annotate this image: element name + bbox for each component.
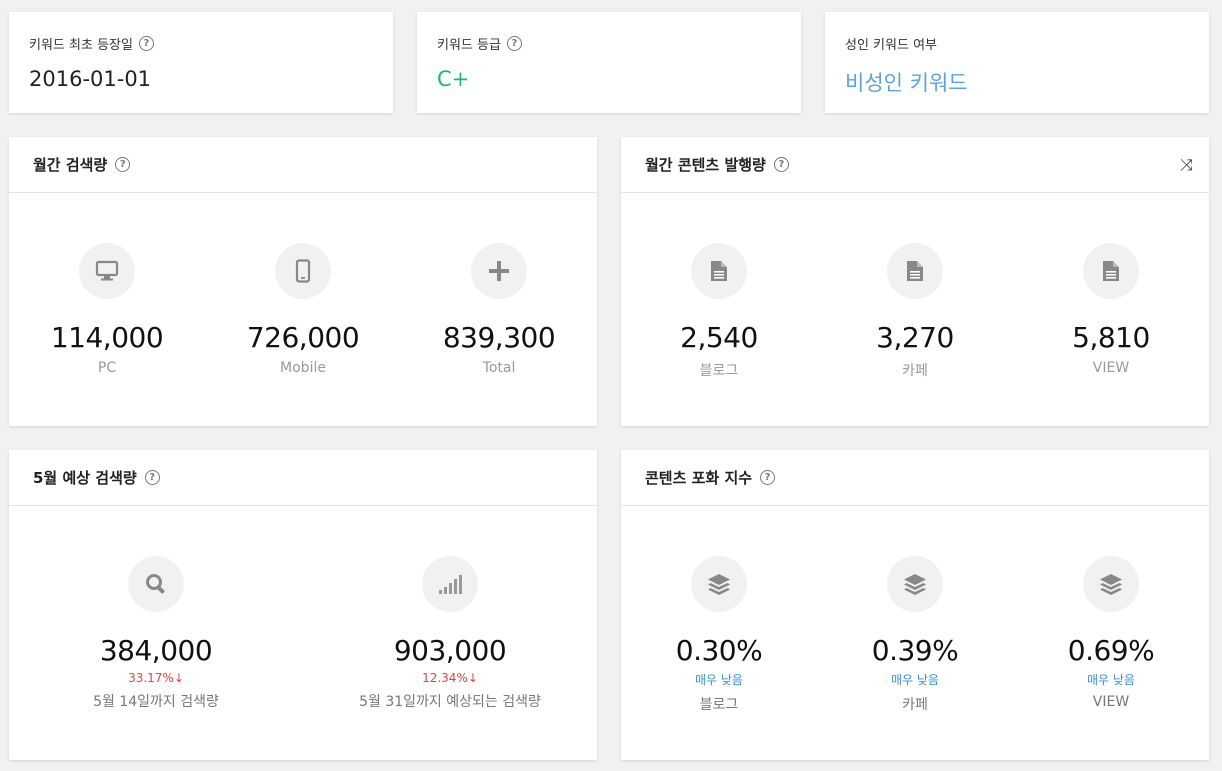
saturation-view: 0.69% 매우 낮음 VIEW [1014, 556, 1208, 714]
document-icon [887, 243, 943, 299]
stat-view: 5,810 VIEW [1014, 243, 1208, 380]
mobile-icon [275, 243, 331, 299]
stat-label: 카페 [902, 697, 928, 713]
help-icon[interactable]: ? [115, 157, 131, 172]
down-arrow-icon: ↓ [467, 671, 478, 685]
may-forecast-title: 5월 예상 검색량 [33, 469, 137, 487]
stat-value: 0.30% [675, 634, 763, 667]
stat-value: 2,540 [680, 321, 758, 354]
stat-label: 5월 14일까지 검색량 [93, 694, 219, 710]
card-may-forecast: 5월 예상 검색량 ? 384,000 33.17%↓ 5월 14일까지 검색량… [9, 450, 597, 760]
stat-value: 726,000 [246, 321, 360, 354]
stat-label: 블로그 [699, 697, 739, 713]
stat-blog: 2,540 블로그 [622, 243, 816, 380]
first-appear-value: 2016-01-01 [29, 67, 152, 91]
change-rate: 33.17%↓ [128, 671, 184, 685]
adult-label: 성인 키워드 여부 [845, 38, 937, 53]
stat-label: 5월 31일까지 예상되는 검색량 [359, 694, 541, 710]
signal-bars-icon [422, 556, 478, 612]
stat-value: 0.69% [1067, 634, 1155, 667]
stat-label: Mobile [280, 360, 326, 376]
stat-value: 839,300 [442, 321, 556, 354]
adult-value: 비성인 키워드 [845, 71, 968, 95]
plus-icon [471, 243, 527, 299]
layers-icon [887, 556, 943, 612]
help-icon[interactable]: ? [144, 470, 160, 485]
down-arrow-icon: ↓ [173, 671, 184, 685]
layers-icon [1083, 556, 1139, 612]
stat-value: 903,000 [393, 634, 507, 667]
stat-label: VIEW [1092, 360, 1130, 376]
stat-current-search: 384,000 33.17%↓ 5월 14일까지 검색량 [9, 556, 303, 711]
stat-value: 3,270 [876, 321, 954, 354]
stat-total: 839,300 Total [402, 243, 596, 376]
stat-label: VIEW [1092, 694, 1130, 710]
change-rate: 12.34%↓ [422, 671, 478, 685]
stat-label: PC [97, 360, 117, 376]
help-icon[interactable]: ? [773, 157, 789, 172]
document-icon [691, 243, 747, 299]
level-text: 매우 낮음 [1087, 673, 1135, 687]
card-monthly-search: 월간 검색량 ? 114,000 PC 726,000 Mobile 839,3… [9, 137, 597, 426]
card-saturation: 콘텐츠 포화 지수 ? 0.30% 매우 낮음 블로그 0.39% 매우 낮음 … [621, 450, 1209, 760]
stat-label: 블로그 [699, 363, 739, 379]
document-icon [1083, 243, 1139, 299]
help-icon[interactable]: ? [760, 470, 776, 485]
card-adult-keyword: 성인 키워드 여부 비성인 키워드 [825, 12, 1209, 113]
saturation-title: 콘텐츠 포화 지수 [645, 469, 753, 487]
stat-value: 5,810 [1072, 321, 1150, 354]
layers-icon [691, 556, 747, 612]
card-first-appear: 키워드 최초 등장일 ? 2016-01-01 [9, 12, 393, 113]
grade-value: C+ [437, 67, 470, 91]
stat-mobile: 726,000 Mobile [206, 243, 400, 376]
card-keyword-grade: 키워드 등급 ? C+ [417, 12, 801, 113]
card-monthly-content: 월간 콘텐츠 발행량 ? ⤨ 2,540 블로그 3,270 카페 5,810 … [621, 137, 1209, 426]
stat-label: 카페 [902, 363, 928, 379]
stat-forecast-search: 903,000 12.34%↓ 5월 31일까지 예상되는 검색량 [303, 556, 597, 711]
level-text: 매우 낮음 [891, 673, 939, 687]
monthly-search-title: 월간 검색량 [33, 156, 108, 174]
saturation-cafe: 0.39% 매우 낮음 카페 [818, 556, 1012, 714]
stat-cafe: 3,270 카페 [818, 243, 1012, 380]
stat-value: 384,000 [99, 634, 213, 667]
shuffle-icon[interactable]: ⤨ [1180, 155, 1193, 175]
grade-label: 키워드 등급 [437, 38, 501, 53]
level-text: 매우 낮음 [695, 673, 743, 687]
help-icon[interactable]: ? [138, 36, 154, 51]
stat-label: Total [482, 360, 516, 376]
stat-value: 114,000 [50, 321, 164, 354]
stat-value: 0.39% [871, 634, 959, 667]
saturation-blog: 0.30% 매우 낮음 블로그 [622, 556, 816, 714]
search-icon [128, 556, 184, 612]
monitor-icon [79, 243, 135, 299]
help-icon[interactable]: ? [506, 36, 522, 51]
stat-pc: 114,000 PC [10, 243, 204, 376]
first-appear-label: 키워드 최초 등장일 [29, 38, 133, 53]
monthly-content-title: 월간 콘텐츠 발행량 [645, 156, 766, 174]
